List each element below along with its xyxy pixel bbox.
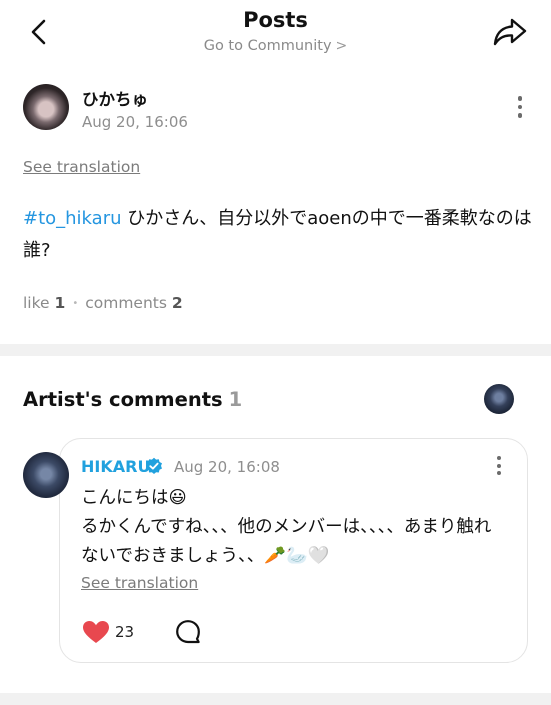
comment-timestamp: Aug 20, 16:08 <box>174 458 280 476</box>
post-timestamp: Aug 20, 16:06 <box>82 113 188 131</box>
speech-bubble-icon <box>176 620 200 644</box>
top-bar: Posts Go to Community > <box>0 0 551 72</box>
comment-like-button[interactable] <box>82 620 110 644</box>
post-stats: like 1 • comments 2 <box>23 294 183 312</box>
more-dot <box>497 463 501 468</box>
chevron-right-icon: > <box>335 38 348 54</box>
like-count: 1 <box>54 294 66 312</box>
comments-label: comments <box>85 294 167 312</box>
community-link-label: Go to Community <box>203 38 332 54</box>
post-body: #to_hikaru ひかさん、自分以外でaoenの中で一番柔軟なのは誰? <box>23 203 533 267</box>
comment-reply-button[interactable] <box>175 619 201 645</box>
verified-badge-icon <box>146 457 162 474</box>
artist-avatar-small[interactable] <box>484 384 514 414</box>
post-author-avatar[interactable] <box>23 84 69 130</box>
share-arrow-icon <box>493 18 527 46</box>
post-see-translation-link[interactable]: See translation <box>23 158 140 176</box>
comment-like-count: 23 <box>115 623 135 641</box>
more-dot <box>517 113 523 118</box>
more-dot <box>517 104 523 109</box>
like-label: like <box>23 294 50 312</box>
stats-separator: • <box>72 298 79 309</box>
comments-link[interactable]: comments 2 <box>85 294 182 312</box>
comment-more-button[interactable] <box>494 456 504 482</box>
section-divider <box>0 344 551 356</box>
comments-count: 2 <box>171 294 183 312</box>
section-divider <box>0 693 551 705</box>
post-more-button[interactable] <box>515 96 525 122</box>
artist-comments-heading: Artist's comments 1 <box>23 388 242 411</box>
more-vertical-icon <box>517 96 523 101</box>
comment-author-avatar[interactable] <box>23 452 69 498</box>
artist-comments-count: 1 <box>228 388 243 411</box>
comment-author-name[interactable]: HIKARU <box>81 457 150 476</box>
go-to-community-link[interactable]: Go to Community > <box>0 38 551 54</box>
post-hashtag[interactable]: #to_hikaru <box>23 208 122 229</box>
share-button[interactable] <box>490 14 530 50</box>
heart-icon <box>83 621 109 643</box>
comment-body: こんにちは😃 るかくんですね、、、他のメンバーは、、、、あまり触れないでおきまし… <box>81 488 492 566</box>
artist-comments-title: Artist's comments <box>23 388 223 411</box>
more-dot <box>497 471 501 475</box>
more-vertical-icon <box>497 456 501 460</box>
page-title: Posts <box>243 8 308 32</box>
comment-see-translation-link[interactable]: See translation <box>81 574 198 592</box>
post-author-name[interactable]: ひかちゅ <box>82 86 148 110</box>
